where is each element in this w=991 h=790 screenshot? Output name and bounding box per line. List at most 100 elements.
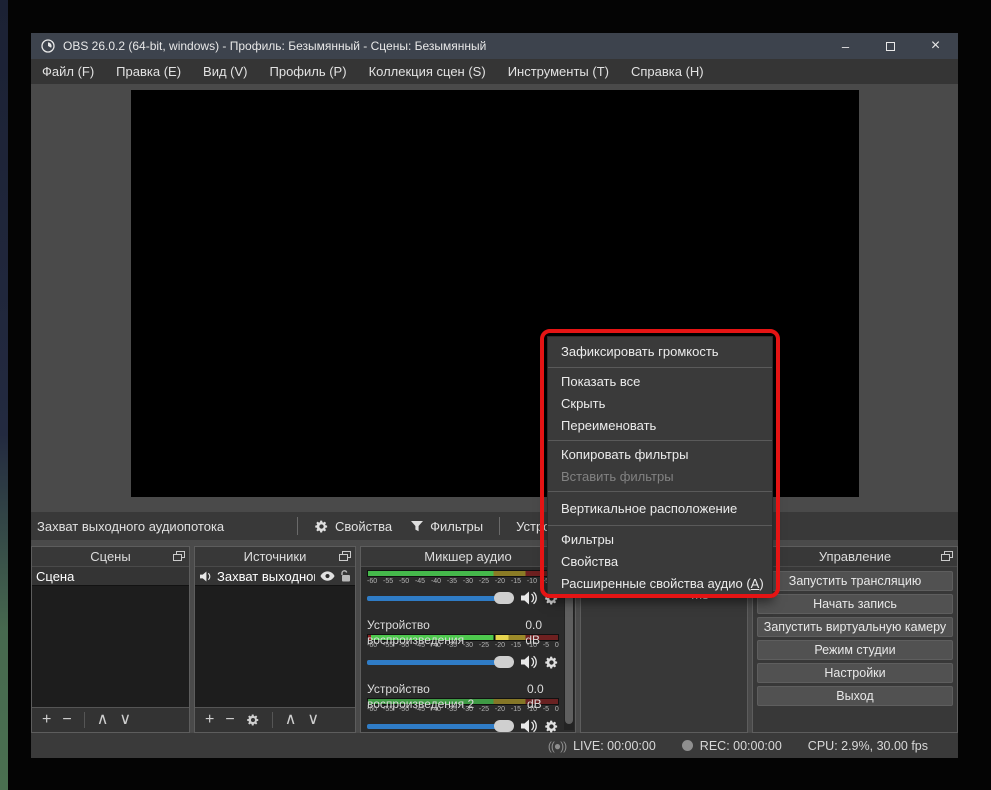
studio-mode-button[interactable]: Режим студии — [757, 640, 953, 660]
obs-window: OBS 26.0.2 (64-bit, windows) - Профиль: … — [31, 33, 958, 758]
sources-dock: Источники Захват выходног — [194, 546, 356, 733]
add-scene-button[interactable]: + — [42, 712, 51, 728]
meter-tick-label: -45 — [415, 641, 425, 650]
menu-profile[interactable]: Профиль (P) — [259, 59, 358, 84]
volume-slider[interactable] — [367, 596, 513, 601]
filter-icon — [410, 520, 424, 533]
properties-button[interactable]: Свойства — [308, 514, 398, 538]
remove-scene-button[interactable]: − — [62, 712, 71, 728]
menu-item-rename[interactable]: Переименовать — [548, 415, 772, 437]
move-source-up-button[interactable]: ∧ — [285, 712, 297, 728]
mixer-channel-3: Устройство воспроизведения 2 0.0 dB -60-… — [367, 682, 559, 737]
menu-item-properties[interactable]: Свойства — [548, 551, 772, 573]
menu-item-hide[interactable]: Скрыть — [548, 393, 772, 415]
start-virtual-camera-button[interactable]: Запустить виртуальную камеру — [757, 617, 953, 637]
controls-dock-header: Управление — [753, 547, 957, 567]
volume-slider-handle[interactable] — [494, 656, 514, 668]
scenes-dock-title: Сцены — [90, 549, 130, 564]
source-properties-gear-icon[interactable] — [246, 713, 260, 727]
move-scene-down-button[interactable]: ∨ — [119, 712, 131, 728]
popout-icon[interactable] — [339, 551, 351, 562]
channel-db-value: 0.0 dB — [525, 618, 559, 634]
menu-item-show-all[interactable]: Показать все — [548, 371, 772, 393]
settings-button[interactable]: Настройки — [757, 663, 953, 683]
gear-icon — [314, 519, 329, 534]
meter-tick-label: -20 — [495, 641, 505, 650]
properties-label: Свойства — [335, 519, 392, 534]
live-time: LIVE: 00:00:00 — [573, 739, 656, 753]
broadcast-icon: ((●)) — [548, 739, 566, 753]
menu-item-lock-volume[interactable]: Зафиксировать громкость — [548, 339, 772, 364]
meter-tick-label: -20 — [495, 705, 505, 714]
channel-name: Устройство воспроизведения — [367, 618, 525, 634]
menu-item-advanced-audio[interactable]: Расширенные свойства аудио (A) — [548, 573, 772, 595]
channel-settings-gear-icon[interactable] — [544, 655, 559, 670]
meter-tick-label: -50 — [399, 705, 409, 714]
exit-button[interactable]: Выход — [757, 686, 953, 706]
menu-separator — [548, 491, 772, 492]
maximize-button[interactable] — [868, 33, 913, 59]
source-toolbar: Захват выходного аудиопотока Свойства — [31, 512, 958, 540]
move-source-down-button[interactable]: ∨ — [307, 712, 319, 728]
volume-slider[interactable] — [367, 660, 513, 665]
toolbar-separator — [297, 517, 298, 535]
popout-icon[interactable] — [173, 551, 185, 562]
scene-name: Сцена — [36, 569, 185, 584]
channel-name: Устройство воспроизведения 2 — [367, 682, 527, 698]
meter-tick-label: -60 — [367, 705, 377, 714]
desktop-wallpaper-edge — [0, 0, 8, 790]
meter-tick-label: -35 — [447, 577, 457, 586]
meter-tick-label: -55 — [383, 577, 393, 586]
start-recording-button[interactable]: Начать запись — [757, 594, 953, 614]
source-name: Захват выходног — [217, 569, 315, 584]
cpu-fps-stats: CPU: 2.9%, 30.00 fps — [808, 739, 928, 753]
menu-edit[interactable]: Правка (E) — [105, 59, 192, 84]
mixer-dock-title: Микшер аудио — [424, 549, 512, 564]
source-row[interactable]: Захват выходног — [195, 567, 355, 586]
maximize-icon — [886, 42, 895, 51]
menu-tools[interactable]: Инструменты (T) — [497, 59, 620, 84]
toolbar-separator — [499, 517, 500, 535]
window-title: OBS 26.0.2 (64-bit, windows) - Профиль: … — [63, 39, 486, 53]
remove-source-button[interactable]: − — [225, 712, 234, 728]
volume-slider-handle[interactable] — [494, 592, 514, 604]
start-streaming-button[interactable]: Запустить трансляцию — [757, 571, 953, 591]
lock-icon[interactable] — [340, 570, 351, 582]
add-source-button[interactable]: + — [205, 712, 214, 728]
meter-tick-label: -25 — [479, 641, 489, 650]
meter-tick-label: -15 — [511, 577, 521, 586]
menu-scene-collection[interactable]: Коллекция сцен (S) — [358, 59, 497, 84]
menu-item-copy-filters[interactable]: Копировать фильтры — [548, 444, 772, 466]
toolbar-separator — [272, 712, 273, 728]
desktop: OBS 26.0.2 (64-bit, windows) - Профиль: … — [0, 0, 991, 790]
close-button[interactable]: × — [913, 33, 958, 59]
meter-tick-label: -5 — [543, 641, 549, 650]
visibility-eye-icon[interactable] — [320, 571, 335, 581]
meter-tick-label: -5 — [543, 705, 549, 714]
scene-row[interactable]: Сцена — [32, 567, 189, 586]
menu-file[interactable]: Файл (F) — [31, 59, 105, 84]
speaker-icon[interactable] — [520, 655, 537, 669]
scenes-toolbar: + − ∧ ∨ — [32, 707, 189, 732]
menu-help[interactable]: Справка (H) — [620, 59, 715, 84]
statusbar: ((●)) LIVE: 00:00:00 REC: 00:00:00 CPU: … — [31, 733, 958, 758]
volume-slider-handle[interactable] — [494, 720, 514, 732]
menu-item-vertical-layout[interactable]: Вертикальное расположение — [548, 495, 772, 522]
popout-icon[interactable] — [941, 551, 953, 562]
speaker-icon[interactable] — [520, 591, 537, 605]
minimize-button[interactable]: – — [823, 33, 868, 59]
speaker-icon[interactable] — [520, 719, 537, 733]
meter-tick-label: -40 — [431, 577, 441, 586]
toolbar-separator — [84, 712, 85, 728]
volume-slider[interactable] — [367, 724, 513, 729]
filters-button[interactable]: Фильтры — [404, 514, 489, 538]
selected-source-label: Захват выходного аудиопотока — [37, 519, 224, 534]
channel-settings-gear-icon[interactable] — [544, 719, 559, 734]
meter-tick-label: -10 — [527, 641, 537, 650]
menu-item-filters[interactable]: Фильтры — [548, 529, 772, 551]
speaker-icon — [199, 571, 212, 582]
menu-view[interactable]: Вид (V) — [192, 59, 258, 84]
move-scene-up-button[interactable]: ∧ — [97, 712, 109, 728]
rec-time: REC: 00:00:00 — [700, 739, 782, 753]
volume-meter — [367, 570, 559, 577]
